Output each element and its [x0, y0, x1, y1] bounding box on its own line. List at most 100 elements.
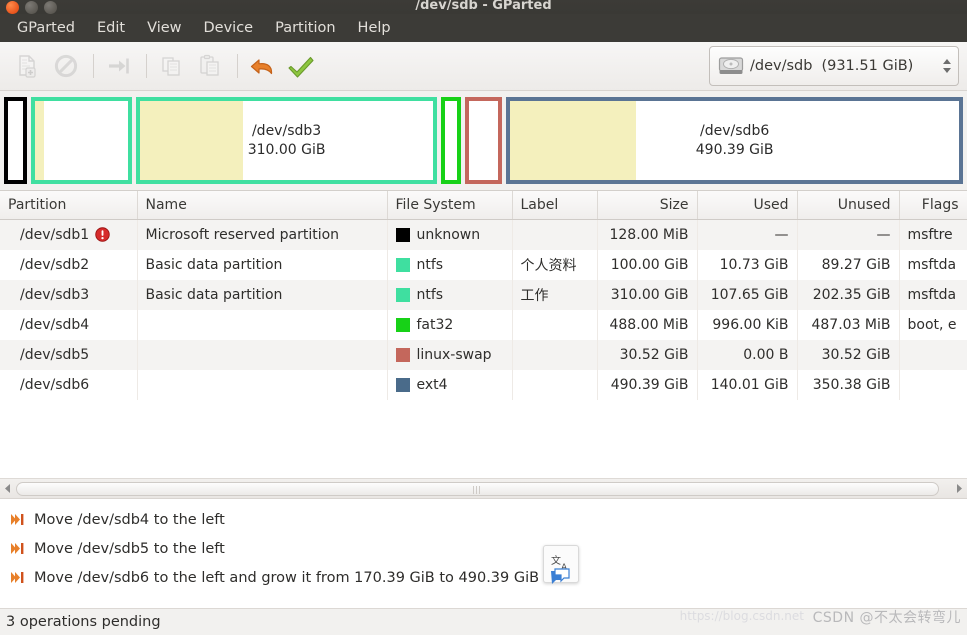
cell-filesystem: unknown	[387, 219, 513, 250]
menubar: GParted Edit View Device Partition Help	[0, 14, 967, 42]
cell-partition: /dev/sdb1	[0, 219, 138, 250]
paste-clipboard-icon	[200, 54, 219, 76]
graphic-partition[interactable]: /dev/sdb6 490.39 GiB	[506, 97, 963, 184]
table-row[interactable]: /dev/sdb3 Basic data partition ntfs 工作 310.0…	[0, 279, 967, 310]
statusbar: 3 operations pending	[0, 608, 967, 635]
menu-edit[interactable]: Edit	[86, 17, 136, 39]
cell-name	[137, 369, 388, 400]
scroll-right-arrow-icon[interactable]	[952, 480, 967, 498]
scrollbar-track[interactable]	[15, 481, 952, 496]
cell-name: Microsoft reserved partition	[137, 219, 388, 250]
new-document-icon	[19, 55, 36, 78]
column-header[interactable]: Flags	[899, 191, 967, 220]
cell-used: —	[697, 219, 798, 250]
graphic-partition[interactable]	[465, 97, 503, 184]
cell-filesystem: ntfs	[387, 249, 513, 280]
cell-partition: /dev/sdb5	[0, 339, 138, 370]
move-right-icon	[11, 572, 24, 583]
partition-path: /dev/sdb2	[20, 256, 90, 273]
horizontal-scrollbar[interactable]	[0, 478, 967, 498]
cell-flags: msftda	[899, 279, 967, 310]
cell-used: 996.00 KiB	[697, 309, 798, 340]
filesystem-color-swatch	[395, 377, 410, 392]
copy-button[interactable]	[154, 48, 190, 84]
cell-unused: 89.27 GiB	[797, 249, 900, 280]
scrollbar-thumb[interactable]	[16, 481, 939, 496]
operation-item[interactable]: Move /dev/sdb5 to the left	[6, 534, 967, 563]
cell-unused: 487.03 MiB	[797, 309, 900, 340]
menu-view[interactable]: View	[136, 17, 192, 39]
table-row[interactable]: /dev/sdb4 fat32 488.00 MiB 996.00 KiB 487.03…	[0, 309, 967, 340]
partition-graphic: /dev/sdb3 310.00 GiB/dev/sdb6 490.39 GiB	[0, 91, 967, 190]
graphic-partition[interactable]	[30, 97, 133, 184]
operation-item[interactable]: Move /dev/sdb6 to the left and grow it f…	[6, 563, 967, 592]
move-right-icon	[11, 543, 24, 554]
column-header[interactable]: File System	[387, 191, 513, 220]
filesystem-name: ntfs	[416, 256, 444, 273]
table-row[interactable]: /dev/sdb1 Microsoft reserved partition unk…	[0, 219, 967, 250]
filesystem-name: ntfs	[416, 286, 444, 303]
table-row[interactable]: /dev/sdb2 Basic data partition ntfs 个人资料 100…	[0, 249, 967, 280]
column-header[interactable]: Unused	[797, 191, 900, 220]
paste-button[interactable]	[192, 48, 228, 84]
device-spinner[interactable]	[934, 58, 952, 74]
menu-help[interactable]: Help	[347, 17, 402, 39]
table-header-row: Partition Name File System Label Size Used Unu…	[0, 191, 967, 220]
column-header[interactable]: Partition	[0, 191, 138, 220]
partition-path: /dev/sdb3	[20, 286, 90, 303]
copy-icon	[162, 57, 180, 76]
table-row[interactable]: /dev/sdb6 ext4 490.39 GiB 140.01 GiB 350.38 …	[0, 369, 967, 400]
spinner-up-icon	[943, 59, 951, 64]
column-header[interactable]: Label	[512, 191, 598, 220]
new-partition-button[interactable]	[10, 48, 46, 84]
menu-gparted[interactable]: GParted	[6, 17, 86, 39]
undo-button[interactable]	[245, 48, 281, 84]
graphic-partition[interactable]	[441, 97, 461, 184]
cell-filesystem: linux-swap	[387, 339, 513, 370]
table-row[interactable]: /dev/sdb5 linux-swap 30.52 GiB 0.00 B 30.52 …	[0, 339, 967, 370]
scroll-left-arrow-icon[interactable]	[0, 480, 15, 498]
resize-move-button[interactable]	[101, 48, 137, 84]
cell-flags	[899, 339, 967, 370]
menu-partition[interactable]: Partition	[264, 17, 346, 39]
cell-filesystem: ext4	[387, 369, 513, 400]
column-header[interactable]: Size	[597, 191, 698, 220]
toolbar-separator	[146, 54, 147, 78]
filesystem-color-swatch	[395, 227, 410, 242]
cell-name: Basic data partition	[137, 279, 388, 310]
cell-partition: /dev/sdb6	[0, 369, 138, 400]
device-path: /dev/sdb	[750, 58, 813, 74]
cell-name: Basic data partition	[137, 249, 388, 280]
translate-badge-icon	[551, 568, 570, 584]
column-header[interactable]: Used	[697, 191, 798, 220]
table-body: /dev/sdb1 Microsoft reserved partition unk…	[0, 219, 967, 400]
cell-size: 488.00 MiB	[597, 309, 698, 340]
delete-prohibited-icon	[54, 54, 78, 78]
cell-flags: msftre	[899, 219, 967, 250]
cell-filesystem: ntfs	[387, 279, 513, 310]
graphic-partition[interactable]	[4, 97, 27, 184]
cell-used: 10.73 GiB	[697, 249, 798, 280]
cell-label	[512, 309, 598, 340]
gparted-window: /dev/sdb - GParted GParted Edit View Dev…	[0, 0, 967, 635]
filesystem-color-swatch	[395, 347, 410, 362]
operation-text: Move /dev/sdb6 to the left and grow it f…	[34, 569, 540, 586]
cell-label	[512, 369, 598, 400]
column-header[interactable]: Name	[137, 191, 388, 220]
graphic-partition-label: /dev/sdb6 490.39 GiB	[695, 122, 774, 158]
graphic-partition[interactable]: /dev/sdb3 310.00 GiB	[136, 97, 438, 184]
cell-flags: msftda	[899, 249, 967, 280]
warning-icon[interactable]	[95, 227, 110, 242]
operation-item[interactable]: Move /dev/sdb4 to the left	[6, 505, 967, 534]
cell-partition: /dev/sdb2	[0, 249, 138, 280]
menu-device[interactable]: Device	[193, 17, 265, 39]
cell-label	[512, 339, 598, 370]
apply-button[interactable]	[283, 48, 319, 84]
spinner-down-icon	[943, 68, 951, 73]
device-selector[interactable]: /dev/sdb (931.51 GiB)	[709, 46, 959, 86]
cell-size: 100.00 GiB	[597, 249, 698, 280]
cell-label: 工作	[512, 279, 598, 310]
move-right-icon	[11, 514, 24, 525]
scrollbar-grip	[473, 485, 482, 494]
delete-partition-button[interactable]	[48, 48, 84, 84]
